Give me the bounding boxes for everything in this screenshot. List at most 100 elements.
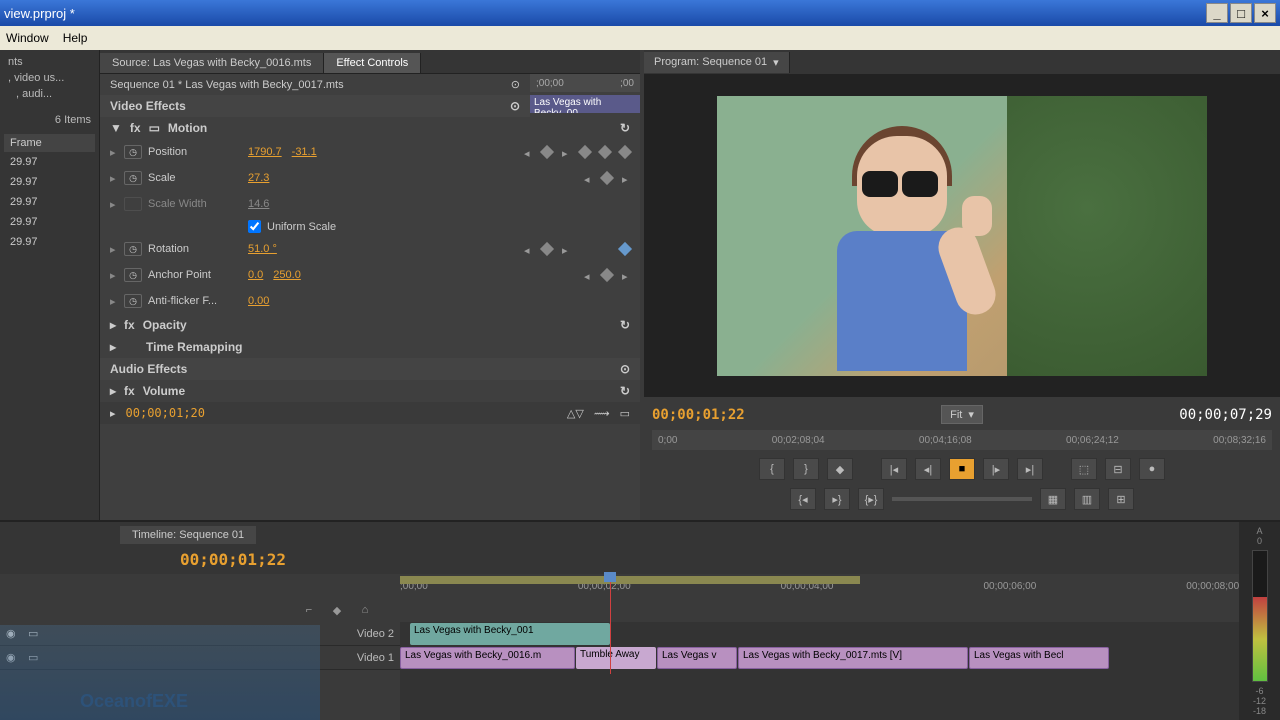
- disclosure-triangle-icon[interactable]: ▸: [110, 269, 124, 282]
- stopwatch-icon[interactable]: ◷: [124, 268, 142, 282]
- scale-value[interactable]: 27.3: [248, 172, 269, 184]
- mark-out-button[interactable]: }: [793, 458, 819, 480]
- project-item[interactable]: , video us...: [4, 70, 95, 86]
- stopwatch-icon[interactable]: ◷: [124, 171, 142, 185]
- stopwatch-icon[interactable]: ◷: [124, 145, 142, 159]
- menu-help[interactable]: Help: [63, 31, 88, 45]
- add-keyframe-button[interactable]: [600, 268, 614, 282]
- next-keyframe-icon[interactable]: ▸: [622, 173, 630, 183]
- minimize-button[interactable]: _: [1206, 3, 1228, 23]
- prev-keyframe-icon[interactable]: ◂: [524, 147, 532, 157]
- export-frame-button[interactable]: ●: [1139, 458, 1165, 480]
- scale-width-value[interactable]: 14.6: [248, 198, 269, 210]
- keyframe-marker[interactable]: [618, 145, 632, 159]
- project-item[interactable]: , audi...: [4, 86, 95, 102]
- step-back-button[interactable]: ◂|: [915, 458, 941, 480]
- reset-icon[interactable]: ⊙: [510, 99, 520, 113]
- settings-icon[interactable]: ⌂: [356, 602, 374, 618]
- stopwatch-icon[interactable]: ◷: [124, 242, 142, 256]
- next-keyframe-icon[interactable]: ▸: [562, 244, 570, 254]
- keyframe-marker[interactable]: [578, 145, 592, 159]
- close-button[interactable]: ×: [1254, 3, 1276, 23]
- jog-wheel[interactable]: [892, 497, 1032, 501]
- menu-window[interactable]: Window: [6, 31, 49, 45]
- add-keyframe-button[interactable]: [600, 171, 614, 185]
- mark-in-button[interactable]: {: [759, 458, 785, 480]
- reset-icon[interactable]: ⊙: [620, 362, 630, 376]
- effect-timecode[interactable]: 00;00;01;20: [126, 406, 205, 420]
- go-to-in-button[interactable]: |◂: [881, 458, 907, 480]
- go-to-out-button[interactable]: ▸|: [1017, 458, 1043, 480]
- timeline-ruler[interactable]: ;00;00 00;00;02;00 00;00;04;00 00;00;06;…: [0, 574, 1239, 598]
- timeline-clip[interactable]: Las Vegas with Becky_001: [410, 623, 610, 645]
- graph-icon[interactable]: ⟿: [594, 407, 610, 420]
- marker-button[interactable]: ◆: [827, 458, 853, 480]
- dropdown-icon[interactable]: ▾: [773, 56, 779, 69]
- keyframe-marker[interactable]: [618, 242, 632, 256]
- playhead-icon[interactable]: ▸: [110, 407, 116, 420]
- lift-button[interactable]: ⬚: [1071, 458, 1097, 480]
- prev-keyframe-icon[interactable]: ◂: [584, 270, 592, 280]
- reset-volume-icon[interactable]: ↻: [620, 384, 630, 398]
- uniform-scale-checkbox[interactable]: [248, 220, 261, 233]
- timeline-clip[interactable]: Las Vegas v: [657, 647, 737, 669]
- position-x-value[interactable]: 1790.7: [248, 146, 282, 158]
- marker-icon[interactable]: ◆: [328, 602, 346, 618]
- safe-margins-button[interactable]: ▦: [1040, 488, 1066, 510]
- rotation-value[interactable]: 51.0 °: [248, 243, 277, 255]
- disclosure-triangle-icon[interactable]: ▼: [110, 121, 122, 135]
- keyframe-marker[interactable]: [598, 145, 612, 159]
- tab-effect-controls[interactable]: Effect Controls: [324, 53, 421, 73]
- program-monitor[interactable]: [644, 74, 1280, 397]
- next-keyframe-icon[interactable]: ▸: [622, 270, 630, 280]
- stopwatch-icon[interactable]: [124, 197, 142, 211]
- expand-icon[interactable]: ⊙: [511, 78, 520, 91]
- timeline-tab[interactable]: Timeline: Sequence 01: [120, 526, 256, 544]
- program-timecode-current[interactable]: 00;00;01;22: [652, 407, 745, 423]
- project-item[interactable]: nts: [4, 54, 95, 70]
- track-content[interactable]: Las Vegas with Becky_001 Las Vegas with …: [400, 622, 1239, 720]
- step-forward-button[interactable]: |▸: [983, 458, 1009, 480]
- play-inout-button[interactable]: {▸}: [858, 488, 884, 510]
- playhead-handle[interactable]: [604, 572, 616, 582]
- mini-timeline-clip[interactable]: Las Vegas with Becky_00: [530, 95, 640, 113]
- tab-source[interactable]: Source: Las Vegas with Becky_0016.mts: [100, 53, 324, 73]
- add-keyframe-button[interactable]: [540, 145, 554, 159]
- timeline-clip[interactable]: Tumble Away: [576, 647, 656, 669]
- prev-keyframe-icon[interactable]: ◂: [584, 173, 592, 183]
- maximize-button[interactable]: □: [1230, 3, 1252, 23]
- position-y-value[interactable]: -31.1: [292, 146, 317, 158]
- zoom-fit-select[interactable]: Fit ▾: [941, 405, 983, 424]
- work-area-bar[interactable]: [400, 576, 860, 584]
- play-stop-button[interactable]: ■: [949, 458, 975, 480]
- zoom-out-icon[interactable]: △▽: [567, 407, 584, 420]
- prev-edit-button[interactable]: {◂: [790, 488, 816, 510]
- prev-keyframe-icon[interactable]: ◂: [524, 244, 532, 254]
- program-ruler[interactable]: 0;00 00;02;08;04 00;04;16;08 00;06;24;12…: [652, 430, 1272, 450]
- next-keyframe-icon[interactable]: ▸: [562, 147, 570, 157]
- disclosure-triangle-icon[interactable]: ▸: [110, 243, 124, 256]
- add-keyframe-button[interactable]: [540, 242, 554, 256]
- motion-icon[interactable]: ▭: [149, 121, 160, 135]
- reset-motion-icon[interactable]: ↻: [620, 121, 630, 135]
- disclosure-triangle-icon[interactable]: ▸: [110, 384, 116, 398]
- anchor-y-value[interactable]: 250.0: [273, 269, 301, 281]
- anchor-x-value[interactable]: 0.0: [248, 269, 263, 281]
- disclosure-triangle-icon[interactable]: ▸: [110, 340, 116, 354]
- stopwatch-icon[interactable]: ◷: [124, 294, 142, 308]
- antiflicker-value[interactable]: 0.00: [248, 295, 269, 307]
- snap-icon[interactable]: ⌐: [300, 602, 318, 618]
- timeline-timecode[interactable]: 00;00;01;22: [0, 550, 326, 569]
- button-editor[interactable]: ⊞: [1108, 488, 1134, 510]
- frame-column-header[interactable]: Frame: [4, 134, 95, 152]
- disclosure-triangle-icon[interactable]: ▸: [110, 146, 124, 159]
- timeline-clip[interactable]: Las Vegas with Becky_0016.m: [400, 647, 575, 669]
- disclosure-triangle-icon[interactable]: ▸: [110, 318, 116, 332]
- disclosure-triangle-icon[interactable]: ▸: [110, 295, 124, 308]
- timeline-clip[interactable]: Las Vegas with Becky_0017.mts [V]: [738, 647, 968, 669]
- timeline-clip[interactable]: Las Vegas with Becl: [969, 647, 1109, 669]
- extract-button[interactable]: ⊟: [1105, 458, 1131, 480]
- output-button[interactable]: ▥: [1074, 488, 1100, 510]
- next-edit-button[interactable]: ▸}: [824, 488, 850, 510]
- bin-icon[interactable]: ▭: [620, 407, 630, 420]
